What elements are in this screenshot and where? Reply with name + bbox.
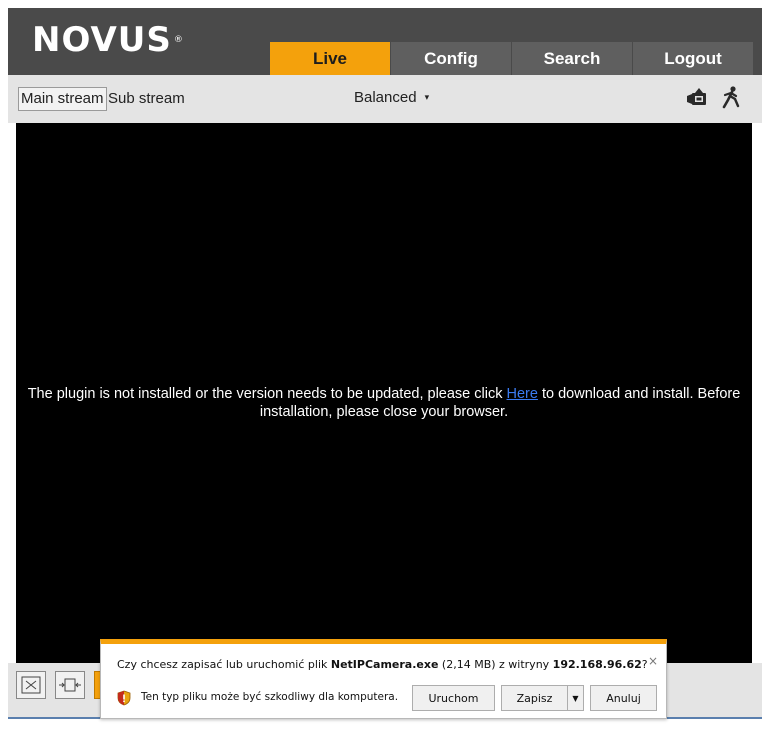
motion-person-icon[interactable]: [718, 85, 744, 111]
download-question: Czy chcesz zapisać lub uruchomić plik Ne…: [117, 658, 648, 671]
stream-toolbar: Main stream Sub stream Balanced ▾: [8, 75, 762, 123]
download-site: 192.168.96.62: [552, 658, 642, 671]
sub-stream-button[interactable]: Sub stream: [105, 87, 188, 111]
logo-text: NOVUS: [32, 20, 172, 60]
tab-logout[interactable]: Logout: [633, 42, 753, 75]
cancel-button[interactable]: Anuluj: [590, 685, 657, 711]
download-file-size: (2,14 MB) z witryny: [438, 658, 553, 671]
header-bar: NOVUS ® Live Config Search Logout: [8, 8, 762, 75]
logo-registered-mark: ®: [173, 35, 184, 45]
plugin-download-link[interactable]: Here: [507, 386, 538, 402]
main-tabs: Live Config Search Logout: [270, 42, 754, 75]
record-camera-icon[interactable]: [684, 85, 710, 111]
original-size-icon: [21, 676, 41, 694]
chevron-down-icon: ▾: [424, 92, 430, 102]
save-options-arrow-icon[interactable]: ▼: [567, 685, 584, 711]
plugin-message: The plugin is not installed or the versi…: [16, 385, 752, 421]
main-stream-button[interactable]: Main stream: [18, 87, 107, 111]
fit-window-button[interactable]: [55, 671, 85, 699]
download-file-name: NetIPCamera.exe: [330, 658, 439, 671]
download-question-suffix: ?: [641, 658, 648, 671]
original-size-button[interactable]: [16, 671, 46, 699]
tab-config[interactable]: Config: [391, 42, 511, 75]
plugin-message-text: The plugin is not installed or the versi…: [27, 386, 507, 402]
fit-window-icon: [59, 678, 81, 692]
tab-search[interactable]: Search: [512, 42, 632, 75]
security-shield-icon: [117, 690, 131, 706]
save-button[interactable]: Zapisz: [501, 685, 567, 711]
quality-dropdown[interactable]: Balanced ▾: [354, 89, 429, 106]
download-warning: Ten typ pliku może być szkodliwy dla kom…: [141, 691, 399, 703]
download-question-prefix: Czy chcesz zapisać lub uruchomić plik: [117, 658, 331, 671]
download-notification: Czy chcesz zapisać lub uruchomić plik Ne…: [100, 639, 667, 719]
run-button[interactable]: Uruchom: [412, 685, 495, 711]
tab-live[interactable]: Live: [270, 42, 390, 75]
close-icon[interactable]: ×: [648, 654, 658, 668]
novus-logo: NOVUS ®: [32, 20, 184, 60]
quality-dropdown-label: Balanced: [354, 89, 417, 106]
video-viewport: The plugin is not installed or the versi…: [16, 123, 752, 663]
